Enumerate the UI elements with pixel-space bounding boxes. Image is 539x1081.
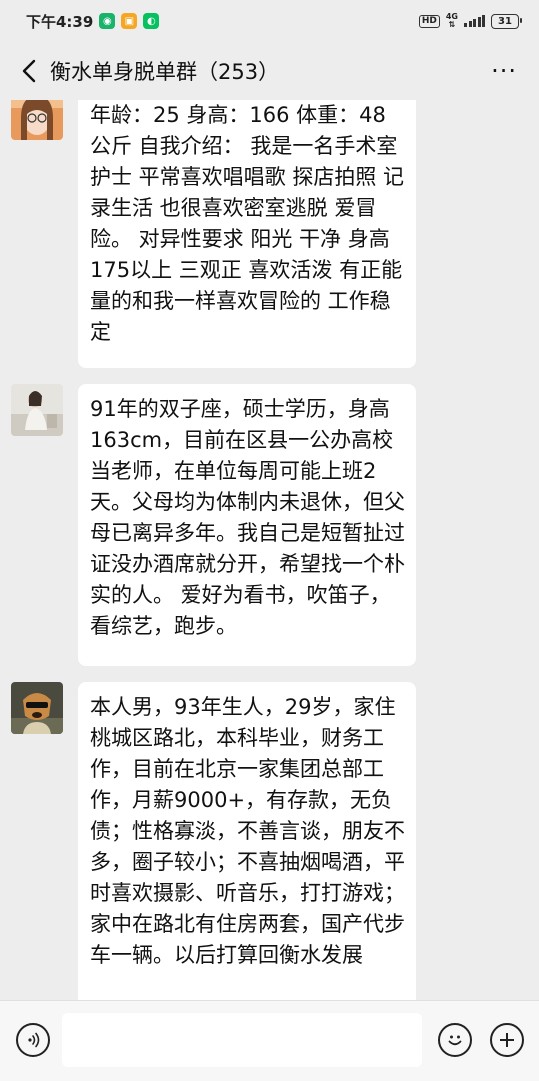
voice-icon <box>28 1032 40 1048</box>
hd-badge: HD <box>418 14 440 28</box>
avatar-image <box>11 100 63 140</box>
message-bubble[interactable]: 年龄：25 身高：166 体重：48公斤 自我介绍： 我是一名手术室护士 平常喜… <box>78 100 416 368</box>
avatar-image <box>11 384 63 436</box>
avatar[interactable] <box>11 384 63 436</box>
avatar[interactable] <box>11 682 63 734</box>
avatar-image <box>11 682 63 734</box>
status-bar: 下午4:39 ◉ ▣ ◐ HD 4G ⇅ 31 <box>0 0 539 42</box>
plus-button[interactable] <box>490 1023 524 1057</box>
signal-icon <box>464 15 485 27</box>
status-left: 下午4:39 ◉ ▣ ◐ <box>26 11 160 32</box>
app-notification-icon: ◉ <box>99 13 116 29</box>
voice-button[interactable] <box>16 1023 50 1057</box>
avatar[interactable] <box>11 100 63 140</box>
message-bubble[interactable]: 本人男，93年生人，29岁，家住桃城区路北，本科毕业，财务工作，目前在北京一家集… <box>78 682 416 1000</box>
message-list[interactable]: 年龄：25 身高：166 体重：48公斤 自我介绍： 我是一名手术室护士 平常喜… <box>0 100 539 1000</box>
wechat-notification-icon: ◐ <box>143 13 160 29</box>
clock: 下午4:39 <box>26 12 94 31</box>
message-input[interactable] <box>62 1013 422 1067</box>
message-bubble[interactable]: 91年的双子座，硕士学历，身高163cm，目前在区县一公办高校当老师，在单位每周… <box>78 384 416 666</box>
input-bar <box>0 1000 539 1081</box>
emoji-icon <box>448 1035 462 1046</box>
chat-header: 衡水单身脱单群（253） ··· <box>0 42 539 100</box>
back-arrow-icon <box>22 59 36 83</box>
status-right: HD 4G ⇅ 31 <box>418 13 522 29</box>
emoji-button[interactable] <box>438 1023 472 1057</box>
battery-icon: 31 <box>491 13 522 29</box>
network-indicator: 4G ⇅ <box>446 13 458 29</box>
back-button[interactable] <box>14 51 44 91</box>
plus-icon <box>500 1033 514 1047</box>
battery-level: 31 <box>498 15 512 27</box>
chat-title: 衡水单身脱单群（253） <box>50 60 280 84</box>
more-button[interactable]: ··· <box>483 57 525 85</box>
data-arrows-icon: ⇅ <box>448 20 456 29</box>
app-notification-icon: ▣ <box>121 13 138 29</box>
